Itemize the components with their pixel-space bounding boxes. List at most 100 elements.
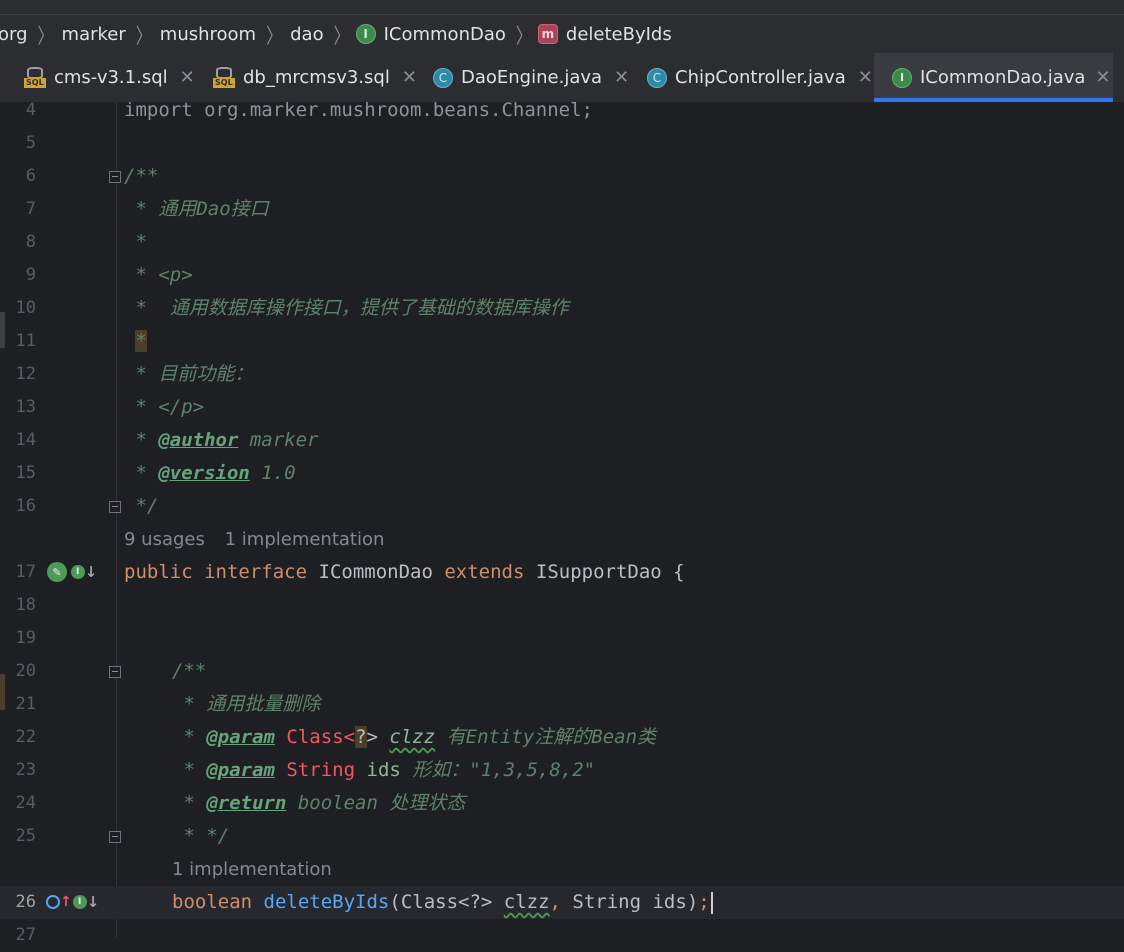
unresolved-type: String xyxy=(286,759,356,781)
breadcrumb-item-mushroom[interactable]: mushroom xyxy=(158,24,258,45)
breadcrumb-item-org[interactable]: org xyxy=(0,24,30,45)
bracket: > xyxy=(366,726,378,748)
matched-token: * xyxy=(135,330,147,352)
line-number: 24 xyxy=(15,793,36,813)
spring-bean-icon[interactable]: ✎ xyxy=(47,562,67,582)
sql-file-icon: SQL xyxy=(213,66,235,89)
semicolon: ; xyxy=(698,891,710,913)
fold-icon[interactable] xyxy=(109,666,121,678)
line-number: 7 xyxy=(25,199,36,219)
line-number: 19 xyxy=(15,628,36,648)
line-number: 14 xyxy=(15,430,36,450)
matched-token: ? xyxy=(355,726,367,748)
fold-icon[interactable] xyxy=(109,831,121,843)
close-icon[interactable]: ✕ xyxy=(180,67,195,88)
usages-link[interactable]: 9 usages xyxy=(124,529,205,550)
breadcrumb-label: ICommonDao xyxy=(383,23,506,45)
code-line: 12 * 目前功能： xyxy=(0,358,1124,391)
breadcrumb-item-dao[interactable]: dao xyxy=(288,24,325,45)
chevron-right-icon: 〉 xyxy=(266,23,283,49)
implemented-down-icon[interactable]: I ↓ xyxy=(70,562,98,582)
code-line: 4 import org.marker.mushroom.beans.Chann… xyxy=(0,94,1124,127)
tab-label: ChipController.java xyxy=(675,67,846,88)
line-number: 6 xyxy=(25,166,36,186)
code-text: * @param String ids 形如："1,3,5,8,2" xyxy=(172,754,595,787)
doc-star: * xyxy=(124,462,159,484)
doc-star: * xyxy=(172,759,207,781)
params-open: (Class<?> xyxy=(389,891,504,913)
code-line: 18 xyxy=(0,589,1124,622)
keyword: interface xyxy=(204,561,308,583)
tab-label: DaoEngine.java xyxy=(461,67,603,88)
close-icon[interactable]: ✕ xyxy=(402,67,417,88)
code-line: 16 */ xyxy=(0,490,1124,523)
comma: , xyxy=(549,891,561,913)
line-number: 5 xyxy=(25,133,36,153)
tab-label: cms-v3.1.sql xyxy=(54,67,168,88)
param-name: ids xyxy=(355,759,401,781)
breadcrumb-item-deletebyids[interactable]: m deleteByIds xyxy=(537,24,674,45)
fold-icon[interactable] xyxy=(109,501,121,513)
code-line: 21 * 通用批量删除 xyxy=(0,688,1124,721)
class-icon: C xyxy=(433,67,453,88)
code-text: /** xyxy=(124,165,159,187)
line-number: 23 xyxy=(15,760,36,780)
line-number: 15 xyxy=(15,463,36,483)
breadcrumb-item-marker[interactable]: marker xyxy=(60,24,128,45)
method-icon: m xyxy=(537,24,558,44)
code-text: * @version 1.0 xyxy=(124,457,296,490)
fold-icon[interactable] xyxy=(109,171,121,183)
doc-tag: @version xyxy=(158,462,250,484)
code-line: 6 /** xyxy=(0,160,1124,193)
keyword: public xyxy=(124,561,193,583)
implementations-link[interactable]: 1 implementation xyxy=(225,529,385,550)
line-number: 9 xyxy=(25,265,36,285)
title-strip xyxy=(0,0,1124,14)
line-number: 4 xyxy=(25,100,36,120)
params-rest: String ids) xyxy=(560,891,699,913)
tab-label: ICommonDao.java xyxy=(920,67,1086,88)
implementation-hint[interactable]: 1 implementation xyxy=(172,853,332,886)
code-text: * 通用数据库操作接口，提供了基础的数据库操作 xyxy=(124,297,569,319)
usages-hint[interactable]: 9 usages 1 implementation xyxy=(124,523,384,556)
breadcrumb-item-icommondao[interactable]: I ICommonDao xyxy=(355,23,508,45)
implementations-link[interactable]: 1 implementation xyxy=(172,859,332,880)
doc-value: 1.0 xyxy=(249,462,296,484)
code-editor[interactable]: 4 import org.marker.mushroom.beans.Chann… xyxy=(0,99,1124,945)
code-text: import org.marker.mushroom.beans.Channel… xyxy=(124,99,593,121)
code-text: * @author marker xyxy=(124,424,318,457)
code-line-current: 26 ↑ I ↓ boolean deleteByIds(Class<?> clz… xyxy=(0,886,1124,919)
code-line: 22 * @param Class<?> clzz 有Entity注解的Bean… xyxy=(0,721,1124,754)
text-cursor xyxy=(710,891,713,914)
line-number: 12 xyxy=(15,364,36,384)
code-line: 24 * @return boolean 处理状态 xyxy=(0,787,1124,820)
close-icon[interactable]: ✕ xyxy=(858,67,873,88)
code-text: * xyxy=(124,325,147,358)
code-line: 10 * 通用数据库操作接口，提供了基础的数据库操作 xyxy=(0,292,1124,325)
overrides-up-icon[interactable]: ↑ xyxy=(45,892,73,912)
code-line: 27 xyxy=(0,919,1124,952)
chevron-right-icon: 〉 xyxy=(515,23,532,49)
interface-icon: I xyxy=(892,67,912,88)
code-text: * xyxy=(124,231,147,253)
doc-tag: @author xyxy=(158,429,239,451)
doc-desc: 有Entity注解的Bean类 xyxy=(435,726,657,748)
chevron-right-icon: 〉 xyxy=(37,23,54,49)
close-icon[interactable]: ✕ xyxy=(614,67,629,88)
line-number: 18 xyxy=(15,595,36,615)
close-icon[interactable]: ✕ xyxy=(1095,67,1110,88)
code-line: 17 ✎ I ↓ public interface ICommonDao exte… xyxy=(0,556,1124,589)
code-line: 11 * xyxy=(0,325,1124,358)
implemented-down-icon[interactable]: I ↓ xyxy=(72,892,100,912)
type-name: ICommonDao xyxy=(318,561,433,583)
keyword: extends xyxy=(444,561,525,583)
unresolved-type: Class< xyxy=(286,726,356,748)
doc-desc: 形如："1,3,5,8,2" xyxy=(400,759,596,781)
code-text: * </p> xyxy=(124,396,205,418)
code-text: /** xyxy=(172,660,207,682)
code-text: public interface ICommonDao extends ISup… xyxy=(124,556,685,589)
doc-star: * xyxy=(172,726,207,748)
code-line: 14 * @author marker xyxy=(0,424,1124,457)
breadcrumb: org 〉 marker 〉 mushroom 〉 dao 〉 I ICommo… xyxy=(0,14,1124,53)
code-text: * 通用Dao接口 xyxy=(124,198,269,220)
